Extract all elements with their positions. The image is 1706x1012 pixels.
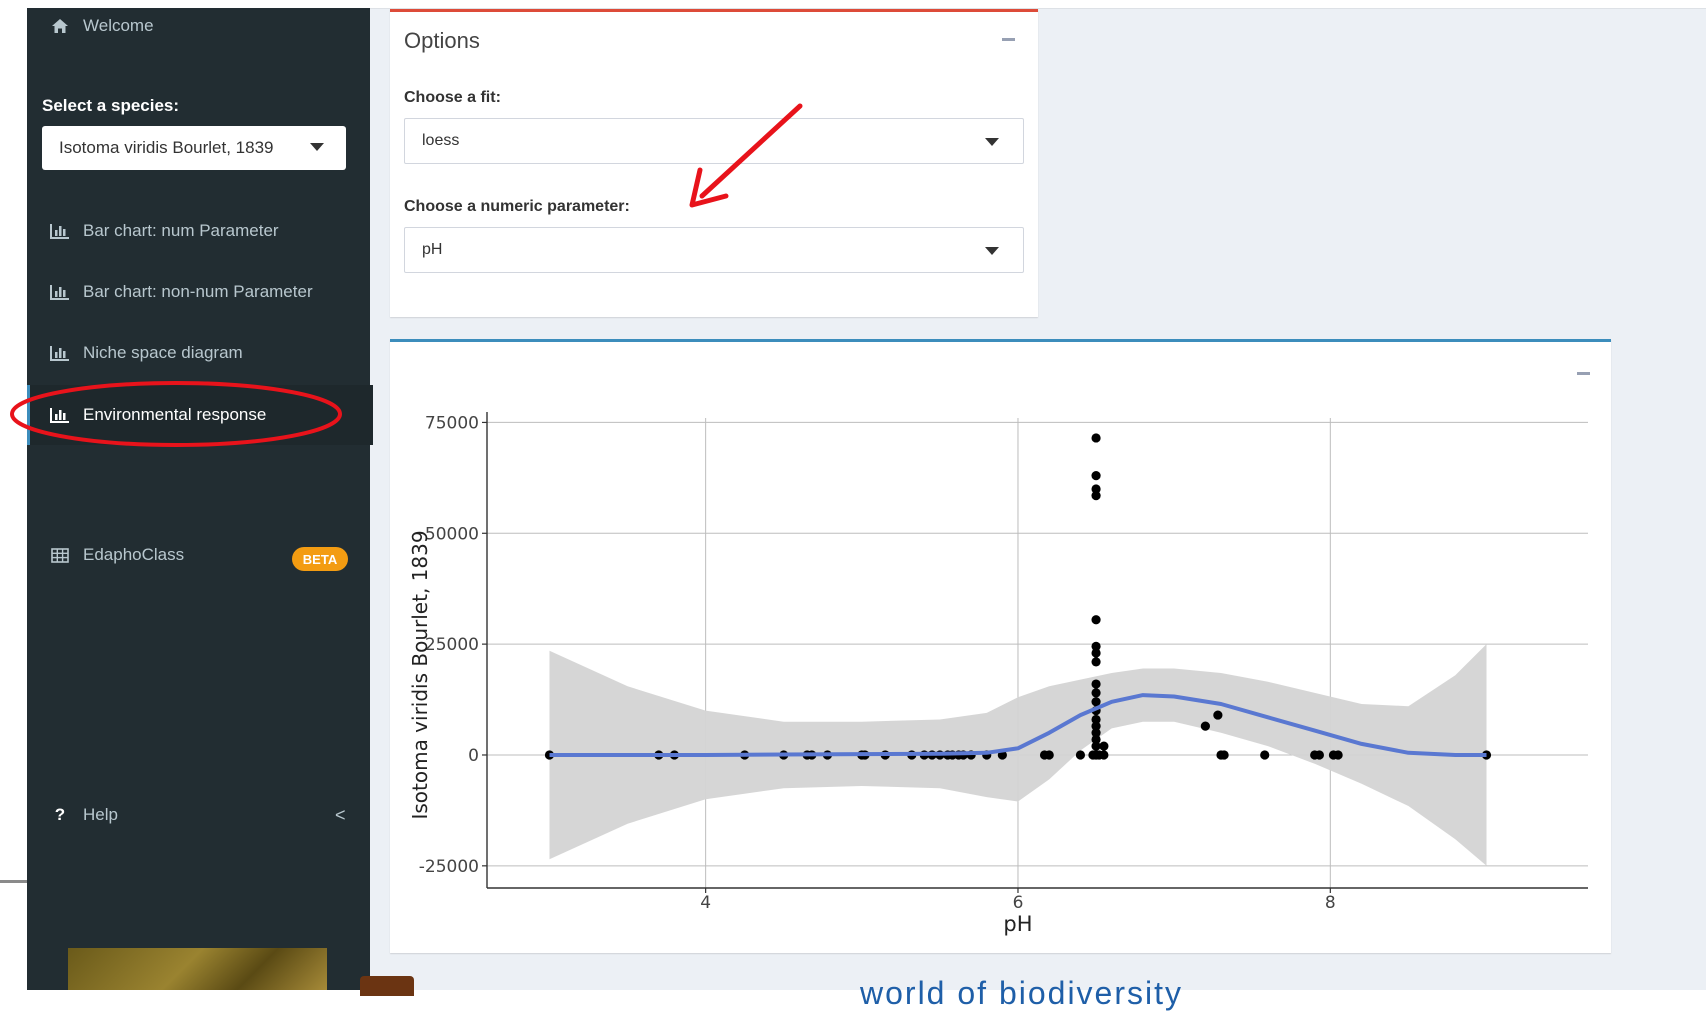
y-tick-label: -25000 [419, 857, 479, 877]
data-point [1091, 490, 1101, 501]
partner-logo [360, 976, 414, 996]
sidebar-item-label: EdaphoClass [83, 545, 185, 564]
data-point [1200, 721, 1210, 731]
x-tick-label: 6 [1013, 893, 1024, 913]
sidebar-item-welcome[interactable]: Welcome [27, 0, 370, 54]
box-title: Options [404, 28, 480, 53]
sidebar: Welcome Select a species: Isotoma viridi… [27, 8, 373, 990]
y-tick-label: 25000 [425, 635, 479, 655]
data-point [1213, 710, 1223, 720]
sidebar-item-label: Niche space diagram [83, 343, 243, 362]
annotation-ellipse [10, 381, 342, 447]
data-point [1075, 750, 1086, 760]
data-point [1044, 750, 1054, 760]
caret-down-icon [310, 143, 324, 151]
fit-select-value: loess [422, 132, 460, 149]
data-point [1091, 471, 1101, 481]
data-point [1091, 679, 1101, 689]
annotation-arrow [689, 103, 803, 208]
left-divider [0, 880, 27, 883]
sidebar-item-label: Help [83, 805, 118, 824]
sidebar-item-label: Welcome [83, 16, 154, 35]
data-point [1091, 688, 1101, 698]
parameter-label: Choose a numeric parameter: [404, 198, 630, 215]
sidebar-item-help[interactable]: ? Help [27, 787, 370, 843]
x-tick-label: 8 [1325, 893, 1336, 913]
y-axis-title: Isotoma viridis Bourlet, 1839 [408, 530, 432, 819]
bar-chart-icon [49, 223, 71, 239]
data-point [1091, 433, 1101, 443]
chevron-left-icon[interactable]: < [335, 805, 346, 826]
x-axis-title: pH [1003, 912, 1032, 936]
caret-down-icon [985, 247, 999, 255]
environmental-response-chart: -25000 0 25000 50000 75000 4 6 8 pH Isotoma virid… [408, 412, 1588, 936]
table-icon [49, 547, 71, 563]
plot-box: -25000 0 25000 50000 75000 4 6 8 pH Isotoma virid… [390, 339, 1611, 953]
data-point [1099, 741, 1109, 751]
data-point [1219, 750, 1229, 760]
species-label: Select a species: [42, 96, 180, 115]
parameter-select-value: pH [422, 241, 443, 258]
footer-text: world of biodiversity [860, 975, 1183, 1011]
data-point [1260, 750, 1270, 760]
species-select[interactable]: Isotoma viridis Bourlet, 1839 [42, 126, 346, 170]
y-tick-label: 0 [468, 746, 479, 766]
question-icon: ? [54, 805, 66, 824]
data-point [1091, 648, 1101, 658]
y-tick-label: 75000 [425, 413, 479, 433]
bar-chart-icon [49, 345, 71, 361]
beta-badge: BETA [292, 547, 348, 571]
bar-chart-icon [49, 284, 71, 300]
species-select-value: Isotoma viridis Bourlet, 1839 [59, 138, 274, 157]
sidebar-item-label: Bar chart: non-num Parameter [83, 282, 313, 301]
sidebar-item-bar-non-num[interactable]: Bar chart: non-num Parameter [27, 264, 370, 320]
top-header-strip [370, 0, 1706, 9]
parameter-select[interactable]: pH [404, 227, 1024, 273]
data-point [1091, 615, 1101, 625]
sidebar-item-niche-space[interactable]: Niche space diagram [27, 325, 370, 381]
data-point [1333, 750, 1343, 760]
data-point [1091, 657, 1101, 667]
data-point [1314, 750, 1324, 760]
y-tick-label: 50000 [425, 524, 479, 544]
data-point [1099, 750, 1109, 760]
sidebar-thumbnail-image [68, 948, 327, 990]
collapse-icon[interactable] [1002, 38, 1015, 41]
caret-down-icon [985, 138, 999, 146]
fit-label: Choose a fit: [404, 89, 501, 106]
x-tick-label: 4 [700, 893, 711, 913]
home-icon [49, 18, 71, 34]
sidebar-item-label: Bar chart: num Parameter [83, 221, 279, 240]
sidebar-item-bar-num[interactable]: Bar chart: num Parameter [27, 203, 370, 259]
